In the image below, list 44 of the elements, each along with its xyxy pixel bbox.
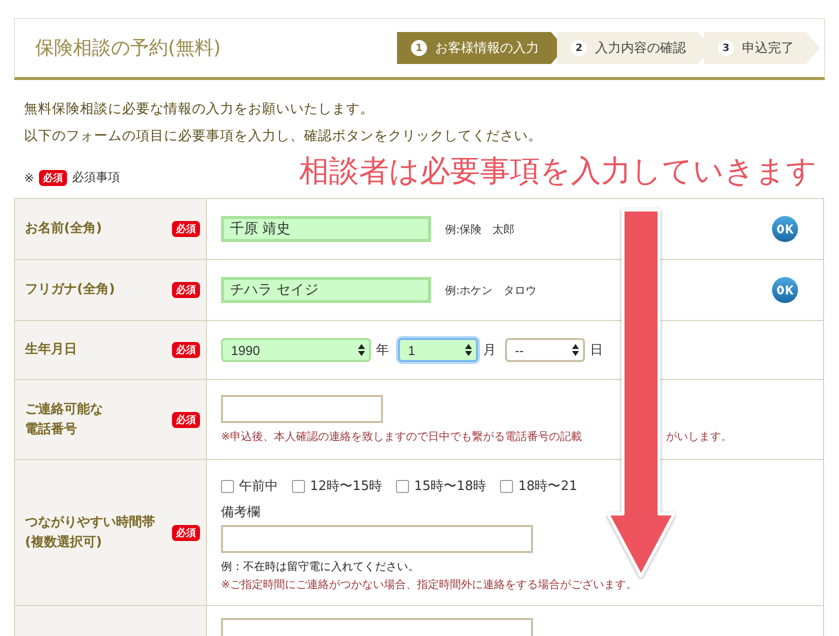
text-input[interactable]: チハラ セイジ: [221, 277, 431, 303]
required-badge: 必須: [172, 524, 200, 540]
spinner-icon: [465, 344, 472, 356]
note-mark: ※: [24, 170, 34, 184]
required-badge: 必須: [39, 170, 68, 186]
required-badge: 必須: [172, 221, 200, 237]
time-checkbox[interactable]: 18時〜21: [500, 477, 578, 495]
example-hint: 例:保険 太郎: [445, 222, 515, 236]
required-badge: 必須: [172, 342, 200, 358]
legend-text: 必須事項: [72, 169, 120, 186]
memo-input[interactable]: [221, 525, 533, 553]
unit-label: 日: [590, 342, 603, 359]
field-label: フリガナ(全角): [25, 281, 115, 300]
time-checkbox[interactable]: 12時〜15時: [292, 477, 382, 495]
intro-text: 無料保険相談に必要な情報の入力をお願いいたします。: [24, 100, 375, 118]
spinner-icon: [572, 344, 579, 356]
time-checkbox[interactable]: 15時〜18時: [396, 477, 486, 495]
field-label: (複数選択可): [25, 534, 103, 552]
required-badge: 必須: [172, 282, 200, 298]
page-title: 保険相談の予約(無料): [35, 36, 221, 61]
annotation-text: 相談者は必要事項を入力していきます: [299, 153, 817, 191]
note-text: ※ご指定時間にご連絡がつかない場合、指定時間外に連絡をする場合がございます。: [221, 577, 638, 592]
example-hint: 例:ホケン タロウ: [445, 282, 537, 298]
example-text: 例：不在時は留守電に入れてください。: [221, 559, 420, 574]
field-label: 生年月日: [25, 341, 77, 360]
phone-input[interactable]: [221, 395, 383, 423]
text-input[interactable]: 千原 靖史: [221, 216, 431, 242]
note-text: がいします。: [666, 429, 732, 444]
date-select[interactable]: 1990: [221, 338, 371, 362]
note-text: ※申込後、本人確認の連絡を致しますので日中でも繋がる電話番号の記載: [221, 429, 582, 444]
time-checkbox[interactable]: 午前中: [221, 477, 278, 495]
field-label: つながりやすい時間帯: [25, 514, 155, 532]
memo-label: 備考欄: [221, 504, 261, 521]
field-label: ご連絡可能な: [25, 401, 103, 419]
required-badge: 必須: [172, 412, 200, 428]
intro-text: 以下のフォームの項目に必要事項を入力し、確認ボタンをクリックしてください。: [24, 127, 543, 145]
unit-label: 年: [376, 342, 389, 359]
spinner-icon: [358, 344, 365, 356]
unit-label: 月: [483, 342, 496, 359]
progress-step: 3 申込完了: [704, 32, 820, 64]
date-select[interactable]: --: [505, 338, 585, 362]
field-label: お名前(全角): [25, 220, 102, 238]
field-label: 電話番号: [25, 420, 78, 438]
date-select[interactable]: 1: [398, 338, 478, 362]
